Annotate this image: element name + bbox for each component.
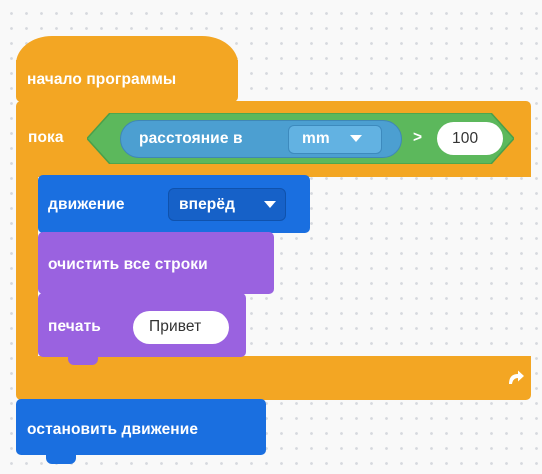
threshold-value: 100 <box>452 130 479 147</box>
unit-value: mm <box>302 130 330 147</box>
chevron-down-icon <box>264 201 276 208</box>
loop-arrow-icon <box>509 370 524 384</box>
while-label: пока <box>28 129 64 146</box>
chevron-down-icon <box>350 135 362 142</box>
block-notch <box>68 356 98 365</box>
code-canvas[interactable]: начало программы пока расстояние в mm > … <box>0 0 542 474</box>
print-text-value: Привет <box>149 318 202 335</box>
direction-value: вперёд <box>179 196 236 213</box>
comparison-operator: > <box>413 129 423 146</box>
loop-arm <box>16 176 38 372</box>
move-label: движение <box>48 196 125 213</box>
stop-label: остановить движение <box>27 421 199 438</box>
print-label: печать <box>48 318 101 335</box>
block-notch <box>46 455 76 464</box>
clear-label: очистить все строки <box>48 256 208 273</box>
distance-label: расстояние в <box>139 130 243 147</box>
program-start-label: начало программы <box>27 71 177 88</box>
